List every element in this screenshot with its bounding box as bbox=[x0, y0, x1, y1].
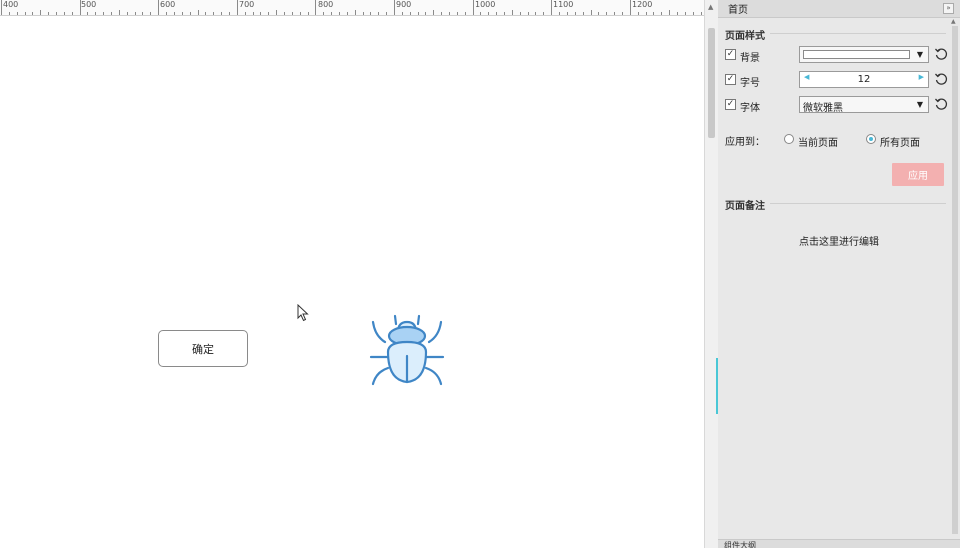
double-chevron-icon[interactable]: » bbox=[943, 3, 954, 14]
radio-all-pages-label[interactable]: 所有页面 bbox=[880, 134, 920, 149]
ruler-label: 1200 bbox=[632, 0, 653, 9]
radio-current-page-label[interactable]: 当前页面 bbox=[798, 134, 838, 149]
bug-icon[interactable] bbox=[368, 312, 446, 388]
font-size-checkbox[interactable]: ✓ bbox=[725, 74, 736, 85]
apply-to-label: 应用到： bbox=[725, 137, 765, 148]
ruler-label: 1100 bbox=[553, 0, 574, 9]
scroll-up-icon[interactable]: ▲ bbox=[708, 3, 713, 11]
notes-edit-area[interactable]: 点击这里进行编辑 bbox=[718, 233, 960, 248]
page-style-title: 页面样式 bbox=[725, 31, 765, 42]
ruler-label: 800 bbox=[318, 0, 334, 9]
font-size-value: 12 bbox=[857, 74, 871, 85]
panel-title: 首页 bbox=[728, 5, 748, 16]
dropdown-arrow-icon[interactable]: ▼ bbox=[912, 47, 928, 62]
page-properties-panel: 首页 » 页面样式 ✓ 背景 ▼ ✓ 字号 ◀ 12 ▶ ✓ 字体 微软雅黑 ▼… bbox=[718, 0, 960, 548]
radio-current-page[interactable] bbox=[784, 134, 794, 144]
font-family-select[interactable]: 微软雅黑 ▼ bbox=[799, 96, 929, 114]
font-size-row: ✓ 字号 ◀ 12 ▶ bbox=[725, 71, 957, 89]
ruler-label: 1000 bbox=[475, 0, 496, 9]
mouse-pointer-icon bbox=[297, 304, 309, 322]
background-checkbox[interactable]: ✓ bbox=[725, 49, 736, 60]
apply-button[interactable]: 应用 bbox=[892, 163, 944, 186]
ruler-label: 900 bbox=[396, 0, 412, 9]
reset-icon[interactable] bbox=[934, 47, 948, 61]
panel-scrollbar[interactable]: ▲ bbox=[951, 18, 958, 538]
page-notes-title: 页面备注 bbox=[725, 201, 765, 212]
ruler-label: 700 bbox=[239, 0, 255, 9]
font-family-value: 微软雅黑 bbox=[803, 103, 843, 114]
scrollbar-thumb[interactable] bbox=[952, 26, 958, 534]
background-label: 背景 bbox=[740, 53, 760, 64]
font-size-label: 字号 bbox=[740, 78, 760, 89]
outline-panel-header[interactable]: 组件大纲 bbox=[718, 539, 960, 548]
font-family-label: 字体 bbox=[740, 103, 760, 114]
font-family-row: ✓ 字体 微软雅黑 ▼ bbox=[725, 96, 957, 114]
ruler-label: 400 bbox=[3, 0, 19, 9]
confirm-button[interactable]: 确定 bbox=[158, 330, 248, 367]
font-size-stepper[interactable]: ◀ 12 ▶ bbox=[799, 71, 929, 88]
design-canvas[interactable]: 确定 bbox=[0, 16, 704, 548]
background-row: ✓ 背景 ▼ bbox=[725, 46, 957, 64]
panel-header: 首页 » bbox=[718, 0, 960, 18]
scrollbar-thumb[interactable] bbox=[708, 28, 715, 138]
reset-icon[interactable] bbox=[934, 97, 948, 111]
divider bbox=[770, 33, 946, 34]
reset-icon[interactable] bbox=[934, 72, 948, 86]
horizontal-ruler: 400 500 600 700 800 900 1000 1100 1200 1… bbox=[0, 0, 704, 16]
divider bbox=[770, 203, 946, 204]
scroll-up-icon[interactable]: ▲ bbox=[951, 18, 956, 25]
ruler-label: 600 bbox=[160, 0, 176, 9]
canvas-scrollbar[interactable]: ▲ bbox=[704, 0, 718, 548]
ruler-label: 500 bbox=[81, 0, 97, 9]
background-color-picker[interactable]: ▼ bbox=[799, 46, 929, 63]
color-swatch bbox=[803, 50, 910, 59]
font-family-checkbox[interactable]: ✓ bbox=[725, 99, 736, 110]
dropdown-arrow-icon[interactable]: ▼ bbox=[912, 97, 928, 112]
ruler-ticks bbox=[1, 0, 702, 15]
radio-all-pages[interactable] bbox=[866, 134, 876, 144]
increment-icon[interactable]: ▶ bbox=[919, 73, 924, 81]
